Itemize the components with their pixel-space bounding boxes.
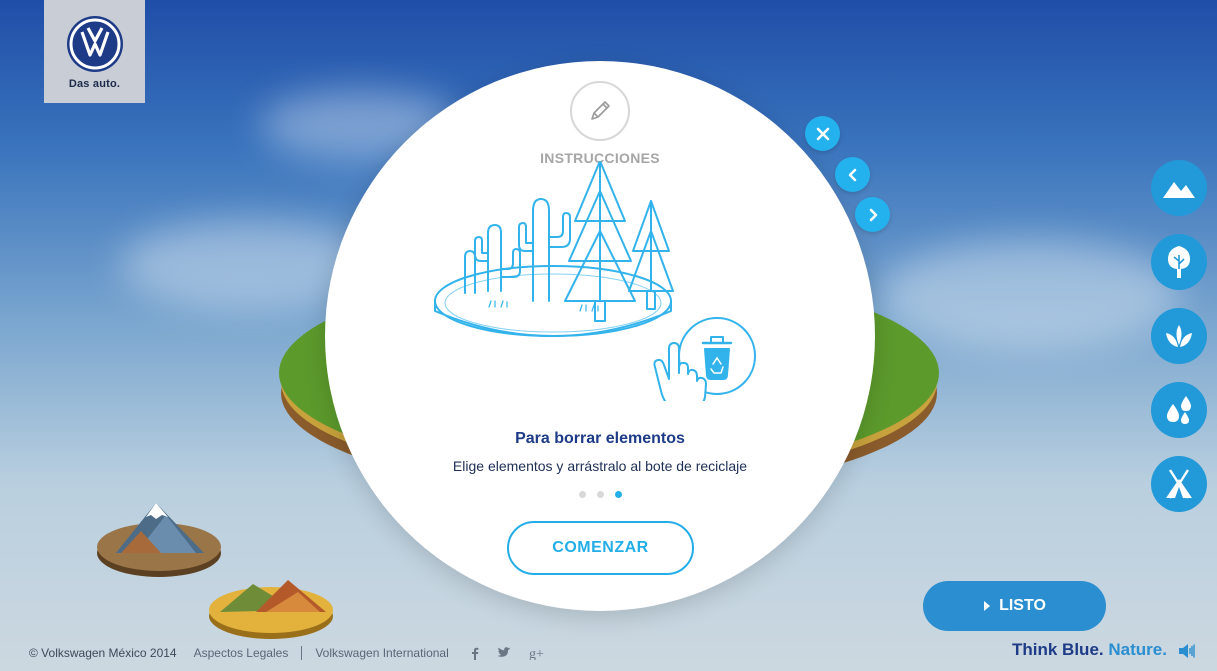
logo-caption: Das auto. bbox=[68, 78, 121, 90]
category-water-button[interactable] bbox=[1151, 382, 1207, 438]
category-plants-button[interactable] bbox=[1151, 308, 1207, 364]
mountain-icon bbox=[1163, 182, 1195, 198]
pencil-badge bbox=[570, 81, 630, 141]
pagination-dot[interactable] bbox=[596, 491, 604, 498]
vw-emblem-icon bbox=[66, 16, 123, 72]
category-trees-button[interactable] bbox=[1151, 234, 1207, 290]
previous-button[interactable] bbox=[835, 157, 870, 192]
category-mountains-button[interactable] bbox=[1151, 160, 1207, 216]
google-plus-icon[interactable]: g+ bbox=[529, 646, 545, 660]
play-arrow-icon bbox=[984, 601, 991, 611]
plant-icon bbox=[1166, 325, 1192, 347]
pencil-icon bbox=[591, 101, 610, 120]
step-title: Para borrar elementos bbox=[515, 430, 685, 447]
next-button[interactable] bbox=[855, 197, 890, 232]
svg-text:g+: g+ bbox=[529, 647, 544, 660]
vw-logo[interactable]: Das auto. bbox=[44, 0, 145, 103]
legal-link[interactable]: Aspectos Legales bbox=[194, 646, 289, 660]
delete-elements-illustration bbox=[434, 161, 756, 401]
twitter-icon[interactable] bbox=[497, 647, 511, 659]
close-icon bbox=[816, 127, 829, 140]
vw-international-link[interactable]: Volkswagen International bbox=[315, 646, 448, 660]
tree-icon bbox=[1168, 246, 1190, 278]
category-camping-button[interactable] bbox=[1151, 456, 1207, 512]
listo-label: LISTO bbox=[999, 597, 1046, 614]
tagline-secondary: Nature. bbox=[1108, 640, 1167, 659]
sound-icon[interactable] bbox=[1178, 643, 1196, 659]
instructions-modal: INSTRUCCIONES Para borrar elementos Elig… bbox=[325, 61, 875, 611]
pagination-dot-active[interactable] bbox=[614, 491, 622, 498]
chevron-left-icon bbox=[848, 168, 856, 181]
facebook-icon[interactable] bbox=[471, 647, 479, 660]
water-drops-icon bbox=[1167, 396, 1191, 424]
copyright-text: © Volkswagen México 2014 bbox=[29, 646, 177, 660]
social-links: g+ bbox=[471, 646, 545, 660]
listo-button[interactable]: LISTO bbox=[923, 581, 1106, 631]
start-button[interactable]: COMENZAR bbox=[507, 521, 694, 575]
close-button[interactable] bbox=[805, 116, 840, 151]
footer-divider bbox=[301, 646, 303, 660]
tagline-primary: Think Blue. bbox=[1012, 640, 1104, 659]
terrain-snow-mountain[interactable] bbox=[96, 495, 223, 580]
pagination-dot[interactable] bbox=[578, 491, 586, 498]
footer: © Volkswagen México 2014 Aspectos Legale… bbox=[29, 645, 545, 661]
step-description: Elige elementos y arrástralo al bote de … bbox=[452, 458, 748, 474]
terrain-hills[interactable] bbox=[208, 572, 335, 640]
pagination-dots bbox=[325, 491, 875, 498]
tagline: Think Blue. Nature. bbox=[1012, 640, 1167, 660]
chevron-right-icon bbox=[869, 208, 877, 221]
tent-icon bbox=[1166, 469, 1192, 499]
